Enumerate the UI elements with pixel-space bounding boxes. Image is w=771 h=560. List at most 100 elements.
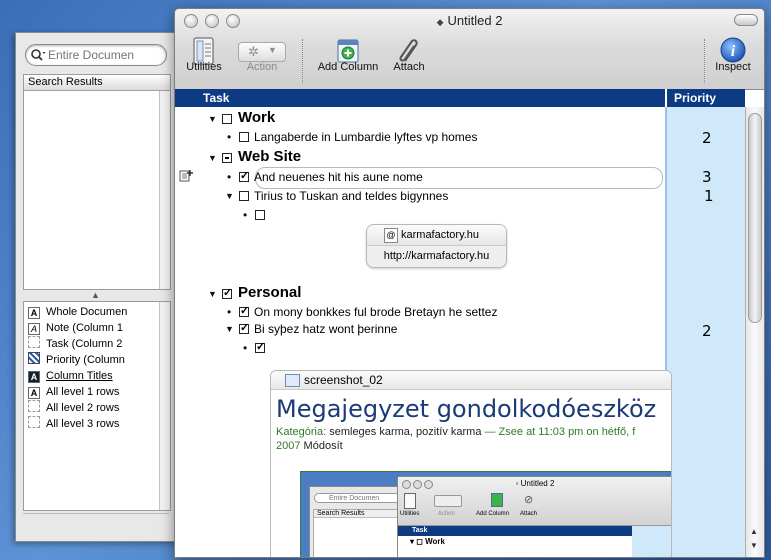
column-header-bar: Task Priority [175,89,745,107]
utilities-label: Utilities [186,61,222,73]
row-checkbox[interactable] [222,284,232,302]
search-results-scrollbar[interactable] [159,91,170,289]
svg-text:i: i [731,43,736,60]
scroll-up-arrow[interactable]: ▲ [750,527,758,536]
scroll-down-arrow[interactable]: ▼ [750,541,758,550]
document-window: ◆ Untitled 2 Utilities ✲ ▼ Action Add Co… [174,8,765,558]
mini-window: ◦ Untitled 2 Utilities Action Add Column… [397,476,671,557]
column-divider[interactable] [665,89,667,107]
bullet-icon: • [243,208,248,222]
mini-action-popup [434,495,462,507]
row-text[interactable]: On mony bonkkes ful brode Bretayn he set… [254,303,497,321]
add-column-icon [337,39,359,63]
style-swatch-icon: A [28,387,40,399]
disclosure-triangle-icon[interactable]: ▼ [225,320,234,338]
toolbar-separator [704,39,705,83]
add-column-button[interactable]: Add Column [311,9,385,89]
utilities-drawer: Search Results ▲ AWhole Documen ANote (C… [15,32,178,542]
action-button[interactable]: ✲ ▼ Action [237,9,287,89]
mini-paperclip-icon: ⊘ [524,494,534,506]
style-item-note-column[interactable]: A Note (Column 1 [28,320,138,336]
mini-utilities-icon [404,493,416,509]
row-text[interactable]: And neuenes hit his aune nome [254,168,423,186]
row-checkbox[interactable] [222,153,232,163]
row-checkbox[interactable] [239,302,249,320]
search-input[interactable] [48,47,162,62]
attach-label: Attach [393,61,425,73]
screenshot-attachment[interactable]: screenshot_02 Megajegyzet gondolkodóeszk… [270,370,672,557]
style-swatch-icon [28,416,40,428]
row-text[interactable]: Tirius to Tuskan and teldes bigynnes [254,187,448,205]
style-swatch-icon [28,336,40,348]
title-toolbar: ◆ Untitled 2 Utilities ✲ ▼ Action Add Co… [175,9,764,90]
screenshot-image: Entire Documen Search Results ◦ Untitled… [300,471,671,557]
mini-row-work: ▾ ◻ Work [410,537,445,546]
priority-column-header[interactable]: Priority [674,91,716,105]
row-checkbox[interactable] [239,319,249,337]
row-text[interactable]: Langaberde in Lumbardie lyftes vp homes [254,128,477,146]
style-item-level-3[interactable]: All level 3 rows [28,416,138,432]
row-checkbox[interactable] [239,167,249,185]
style-item-level-2[interactable]: All level 2 rows [28,400,138,416]
style-item-priority-column[interactable]: Priority (Column [28,352,138,368]
style-swatch-icon: A [28,371,40,383]
row-checkbox[interactable] [222,114,232,124]
add-column-label: Add Column [317,61,379,73]
style-swatch-icon [28,352,40,364]
link-attachment-url[interactable]: http://karmafactory.hu [367,246,506,267]
style-item-level-1[interactable]: A All level 1 rows [28,384,138,400]
mini-add-column-label: Add Column [476,511,510,517]
style-item-task-column[interactable]: Task (Column 2 [28,336,138,352]
web-link-icon: @ [384,228,398,243]
row-checkbox[interactable] [239,191,249,201]
scrollbar-thumb[interactable] [748,113,762,323]
disclosure-triangle-icon[interactable]: ▼ [208,110,217,128]
row-checkbox[interactable] [255,338,265,356]
disclosure-triangle-icon[interactable]: ▼ [225,187,234,205]
bullet-icon: • [227,130,232,144]
task-column-header[interactable]: Task [203,91,229,105]
style-item-column-titles[interactable]: A Column Titles [28,368,138,384]
bullet-icon: • [227,305,232,319]
disclosure-triangle-icon[interactable]: ▼ [208,149,217,167]
styles-scrollbar[interactable] [159,302,170,510]
row-text[interactable]: Work [238,109,275,127]
row-text[interactable]: Web Site [238,148,301,166]
priority-value[interactable]: 3 [702,168,712,186]
chevron-down-icon: ▼ [268,45,277,55]
drawer-bottom-bar [23,513,169,534]
row-checkbox[interactable] [239,132,249,142]
screenshot-heading: Megajegyzet gondolkodóeszköz [276,395,657,423]
search-field[interactable] [25,44,167,66]
mini-action-label: Action [438,511,455,517]
mini-utilities-label: Utilities [400,511,420,517]
search-icon[interactable] [30,48,46,62]
screenshot-meta: Kategória: semleges karma, pozitív karma… [276,426,636,452]
row-checkbox[interactable] [255,210,265,220]
priority-value[interactable]: 2 [702,129,712,147]
info-icon: i [720,37,746,63]
gear-icon: ✲ [248,44,259,59]
styles-list: A Whole Documen A Note (Column 1 Task (Col… [23,301,171,511]
priority-value[interactable]: 1 [704,187,714,205]
mini-search: Entire Documen [314,493,400,503]
row-text[interactable]: Personal [238,284,301,302]
priority-value[interactable]: 2 [702,322,712,340]
mini-results-header: Search Results [314,510,402,518]
utilities-button[interactable]: Utilities [181,9,227,89]
inspect-label: Inspect [715,61,751,73]
link-attachment[interactable]: @ karmafactory.hu http://karmafactory.hu [366,224,507,268]
style-swatch-icon [28,400,40,412]
inspect-button[interactable]: i Inspect [709,9,757,89]
toolbar-separator [302,39,303,83]
note-icon[interactable] [179,169,193,183]
image-file-icon [285,374,300,387]
disclosure-triangle-icon[interactable]: ▼ [208,285,217,303]
action-popup[interactable]: ✲ ▼ [238,42,286,62]
outline-scrollbar[interactable]: ▲ ▼ [745,107,764,557]
row-text[interactable]: Bi syþez hatz wont þerinne [254,320,397,338]
style-item-whole-document[interactable]: A Whole Documen [28,304,138,320]
drawer-split-handle[interactable]: ▲ [91,290,100,300]
search-results-panel: Search Results [23,74,171,290]
attach-button[interactable]: Attach [387,9,431,89]
